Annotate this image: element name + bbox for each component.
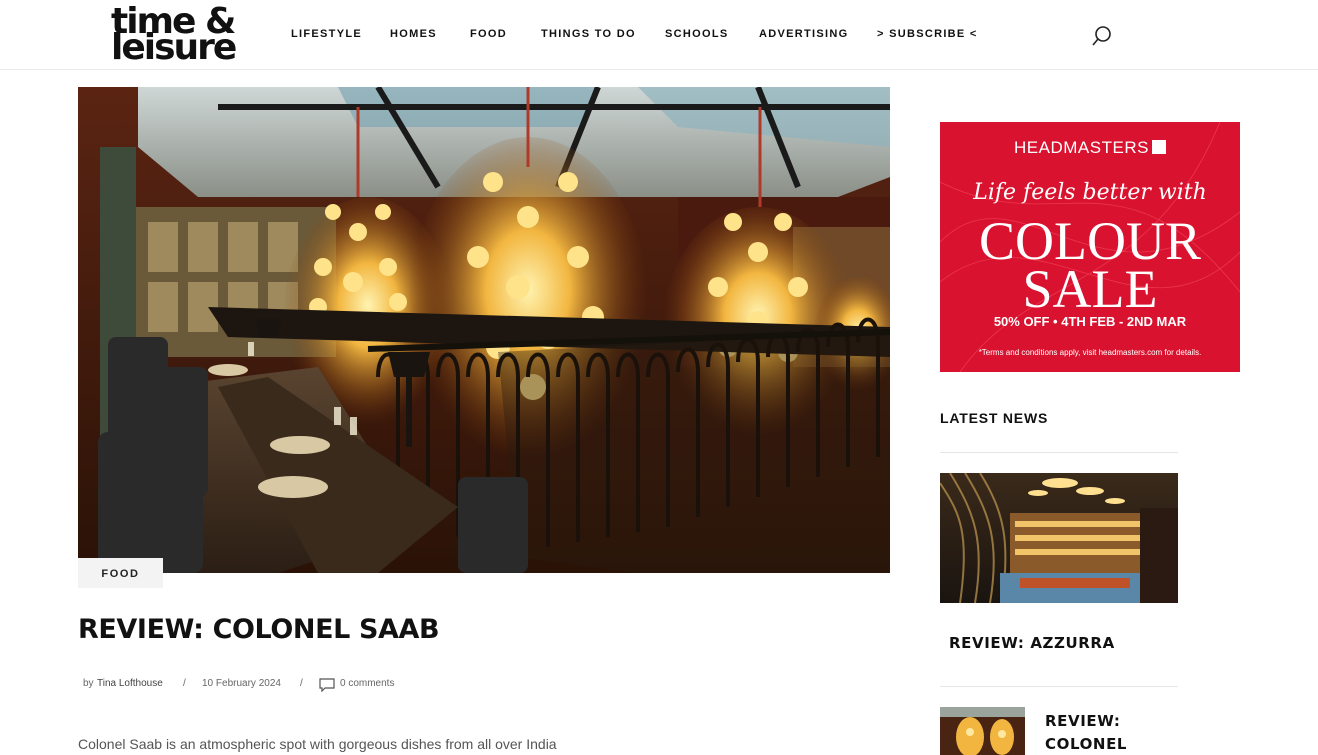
ad-terms: *Terms and conditions apply, visit headm… [978, 348, 1202, 357]
article-hero-image[interactable] [78, 87, 890, 573]
nav-item-food[interactable]: FOOD [470, 28, 507, 40]
nav-item-advertising[interactable]: ADVERTISING [759, 28, 848, 40]
ad-tagline: Life feels better with [973, 180, 1207, 205]
meta-separator: / [183, 678, 186, 689]
logo-line-2: leisure [111, 27, 237, 68]
article-title[interactable]: REVIEW: COLONEL SAAB [78, 614, 440, 645]
article-date: 10 February 2024 [202, 678, 281, 689]
news-thumbnail-azzurra[interactable] [940, 473, 1178, 603]
ad-brand-text: HEADMASTERS [1014, 138, 1149, 157]
author-prefix: by [83, 678, 94, 689]
ad-offer: 50% OFF • 4TH FEB - 2ND MAR [993, 314, 1187, 329]
nav-item-things-to-do[interactable]: THINGS TO DO [541, 28, 636, 40]
latest-news-heading: LATEST NEWS [940, 410, 1049, 426]
search-icon[interactable] [1090, 24, 1114, 48]
ad-sale-line-2: SALE [1022, 259, 1158, 319]
news-title-azzurra[interactable]: REVIEW: AZZURRA [949, 634, 1115, 652]
category-tag[interactable]: FOOD [78, 558, 163, 588]
meta-separator: / [300, 678, 303, 689]
article-excerpt: Colonel Saab is an atmospheric spot with… [78, 736, 557, 752]
site-logo[interactable]: time & leisure [111, 2, 271, 66]
ad-brand: HEADMASTERS [940, 138, 1240, 158]
divider [940, 686, 1178, 687]
comment-icon[interactable] [319, 678, 335, 693]
nav-item-lifestyle[interactable]: LIFESTYLE [291, 28, 362, 40]
news-title-colonel[interactable]: REVIEW: COLONEL [1045, 710, 1165, 755]
author-link[interactable]: Tina Lofthouse [97, 678, 163, 689]
site-header: time & leisure LIFESTYLE HOMES FOOD THIN… [0, 0, 1318, 70]
comments-link[interactable]: 0 comments [340, 678, 394, 689]
nav-item-subscribe[interactable]: > SUBSCRIBE < [877, 28, 978, 40]
headmasters-ad-banner[interactable]: HEADMASTERS Life feels better with COLOU… [940, 122, 1240, 372]
nav-item-schools[interactable]: SCHOOLS [665, 28, 729, 40]
news-thumbnail-colonel-saab[interactable] [940, 707, 1025, 755]
ad-brand-mark [1151, 140, 1166, 154]
nav-item-homes[interactable]: HOMES [390, 28, 437, 40]
divider [940, 452, 1178, 453]
